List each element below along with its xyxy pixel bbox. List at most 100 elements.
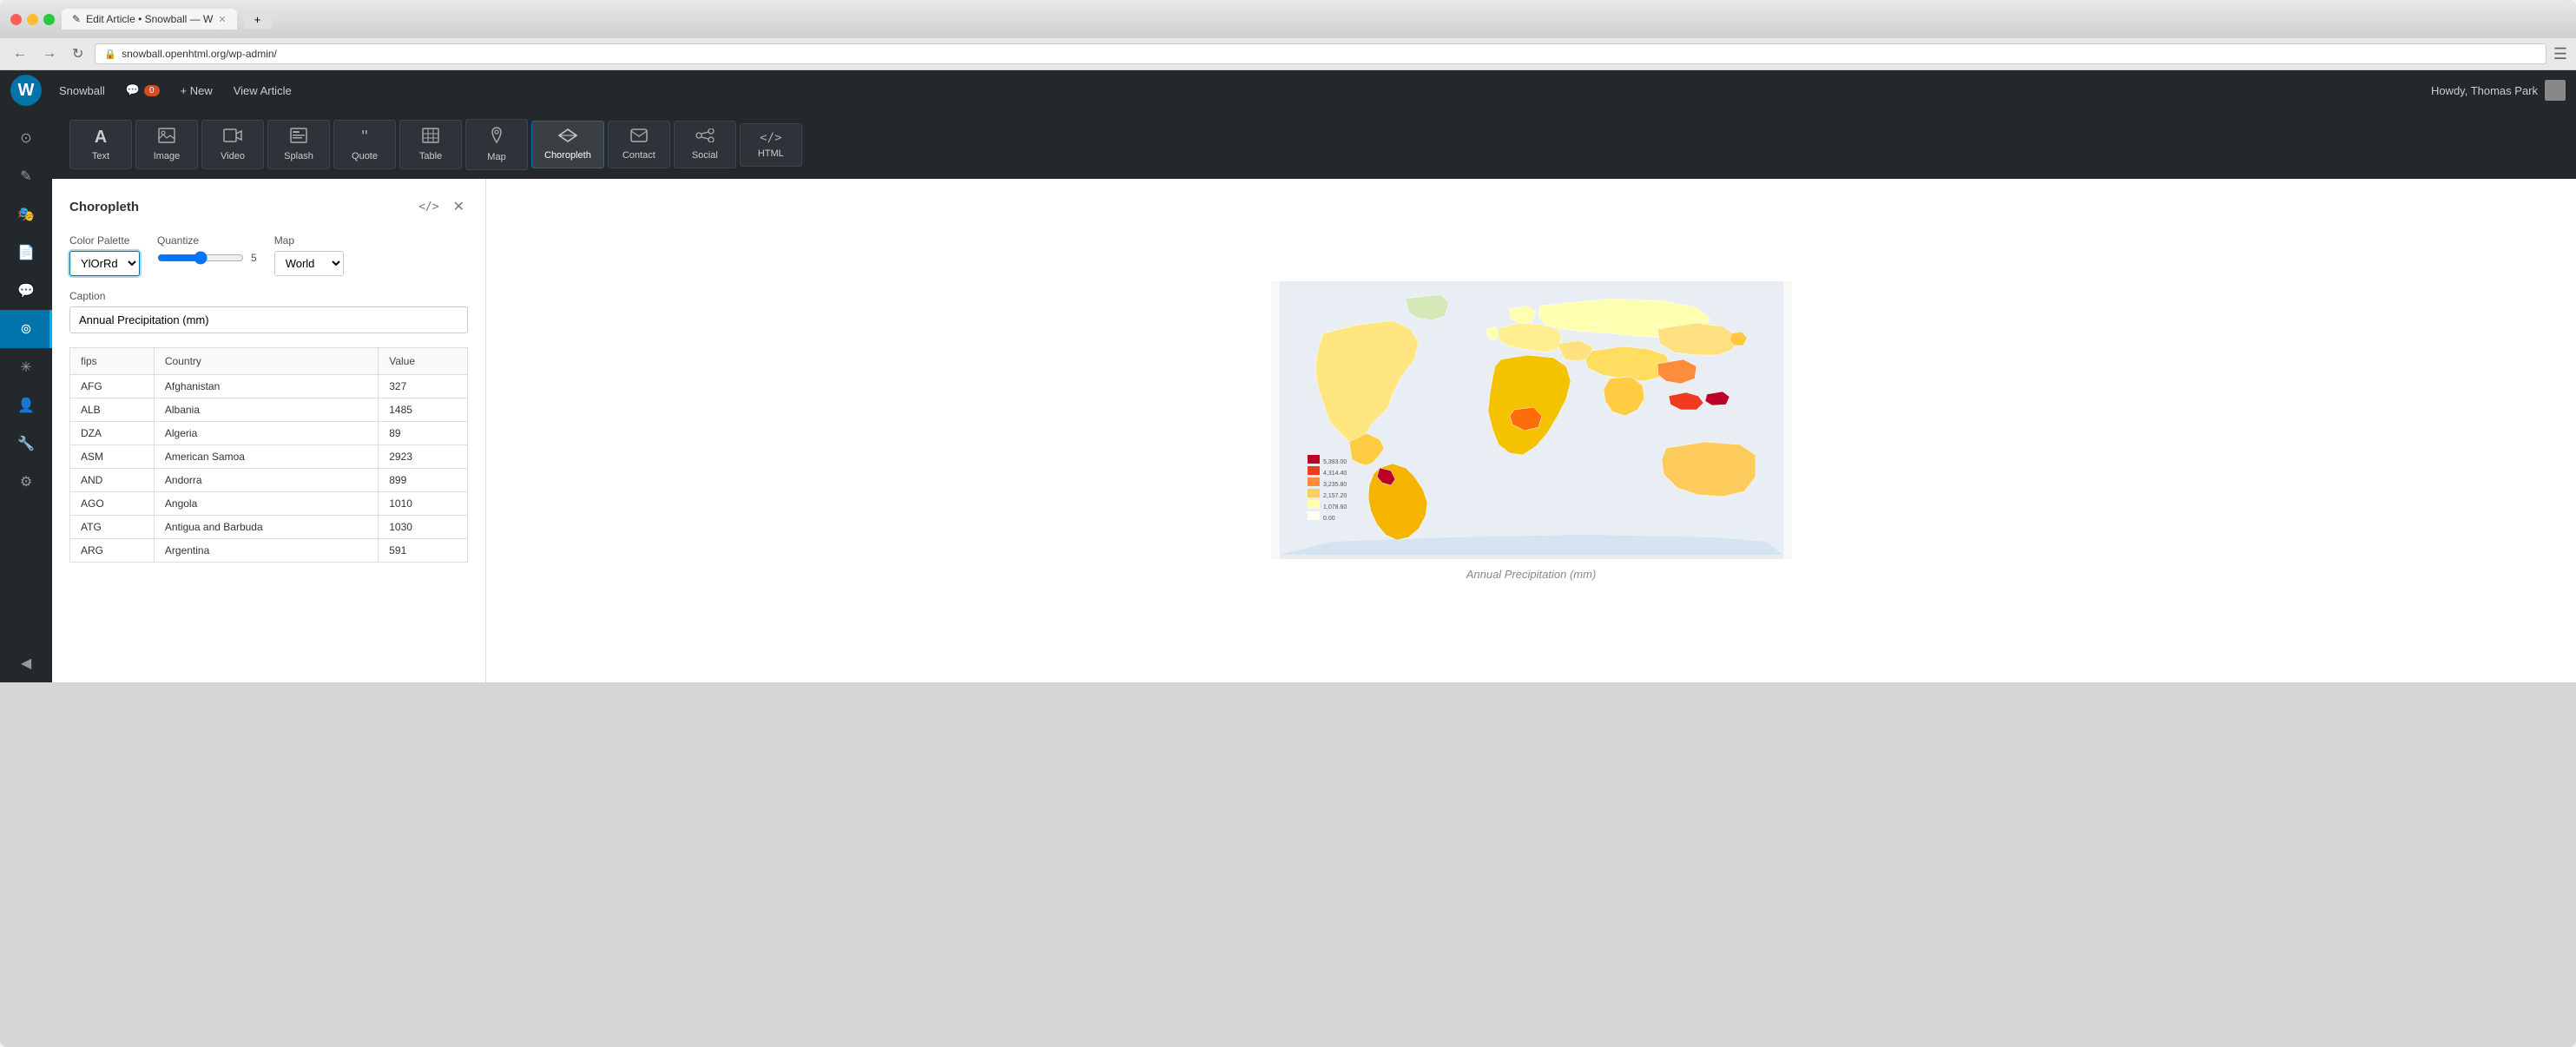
- sidebar-item-appearance[interactable]: ⊚: [0, 310, 52, 348]
- map-caption: Annual Precipitation (mm): [1271, 568, 1792, 581]
- table-row: AGOAngola1010: [70, 492, 468, 516]
- wp-admin-bar: W Snowball 💬 0 + New View Article Howdy,…: [0, 70, 2576, 110]
- admin-bar-new[interactable]: + New: [170, 70, 223, 110]
- choropleth-icon: [558, 128, 577, 147]
- cell-country: Argentina: [154, 539, 378, 563]
- table-block-button[interactable]: Table: [399, 120, 462, 169]
- admin-bar-site-name[interactable]: Snowball: [49, 70, 115, 110]
- browser-tab[interactable]: ✎ Edit Article • Snowball — W ✕: [62, 9, 237, 30]
- refresh-button[interactable]: ↻: [68, 43, 88, 64]
- quantize-value: 5: [251, 252, 257, 264]
- minimize-window-button[interactable]: [27, 14, 38, 25]
- form-row-palette: Color Palette YlOrRd Blues Greens Quanti…: [69, 234, 468, 276]
- close-window-button[interactable]: [10, 14, 22, 25]
- sidebar-item-posts[interactable]: ✎: [0, 157, 52, 195]
- new-tab-button[interactable]: +: [244, 10, 272, 29]
- admin-bar-view-article[interactable]: View Article: [223, 70, 302, 110]
- map-label: Map: [274, 234, 344, 247]
- sidebar-item-tools[interactable]: 🔧: [0, 425, 52, 463]
- sidebar-item-dashboard[interactable]: ⊙: [0, 119, 52, 157]
- quantize-slider[interactable]: [157, 251, 244, 265]
- splash-icon: [290, 128, 307, 148]
- splash-label: Splash: [284, 151, 313, 161]
- browser-menu-button[interactable]: ☰: [2553, 45, 2567, 63]
- image-icon: [158, 128, 175, 148]
- social-block-button[interactable]: Social: [674, 121, 736, 168]
- howdy-text: Howdy, Thomas Park: [2431, 84, 2538, 97]
- cell-country: American Samoa: [154, 445, 378, 469]
- choropleth-block-button[interactable]: Choropleth: [531, 121, 604, 168]
- table-row: DZAAlgeria89: [70, 422, 468, 445]
- contact-block-button[interactable]: Contact: [608, 121, 670, 168]
- content-area: A Text Image: [52, 110, 2576, 682]
- media-icon: 🎭: [17, 206, 35, 223]
- sidebar-item-comments[interactable]: 💬: [0, 272, 52, 310]
- cell-country: Angola: [154, 492, 378, 516]
- sidebar-item-collapse[interactable]: ◀: [0, 644, 52, 682]
- splash-block-button[interactable]: Splash: [267, 120, 330, 169]
- svg-text:3,235.80: 3,235.80: [1323, 482, 1347, 488]
- address-bar[interactable]: 🔒 snowball.openhtml.org/wp-admin/: [95, 43, 2546, 64]
- cell-fips: ATG: [70, 516, 155, 539]
- color-palette-select[interactable]: YlOrRd Blues Greens: [69, 251, 140, 276]
- caption-input[interactable]: [69, 306, 468, 333]
- panel-code-button[interactable]: </>: [415, 196, 442, 217]
- map-select[interactable]: World USA Europe: [274, 251, 344, 276]
- social-icon: [695, 128, 715, 147]
- html-block-button[interactable]: </> HTML: [740, 123, 802, 167]
- world-map-svg: 5,393.00 4,314.40 3,235.80 2,157.20 1,07…: [1271, 281, 1792, 559]
- editor-body: Choropleth </> ✕ Color Palette YlOrRd: [52, 179, 2576, 682]
- column-fips: fips: [70, 348, 155, 375]
- caption-label: Caption: [69, 290, 468, 302]
- back-button[interactable]: ←: [9, 44, 31, 63]
- wp-logo[interactable]: W: [10, 75, 42, 106]
- choropleth-panel: Choropleth </> ✕ Color Palette YlOrRd: [52, 179, 486, 682]
- sidebar-item-settings[interactable]: ⚙: [0, 463, 52, 501]
- cell-value: 327: [379, 375, 468, 398]
- sidebar-item-pages[interactable]: 📄: [0, 234, 52, 272]
- video-block-button[interactable]: Video: [201, 120, 264, 169]
- image-block-button[interactable]: Image: [135, 120, 198, 169]
- table-row: ANDAndorra899: [70, 469, 468, 492]
- quote-block-button[interactable]: " Quote: [333, 120, 396, 169]
- quantize-group: Quantize 5: [157, 234, 257, 265]
- users-icon: 👤: [17, 397, 35, 414]
- color-palette-label: Color Palette: [69, 234, 140, 247]
- preview-area: 5,393.00 4,314.40 3,235.80 2,157.20 1,07…: [486, 179, 2576, 682]
- cell-country: Algeria: [154, 422, 378, 445]
- panel-close-button[interactable]: ✕: [450, 196, 468, 217]
- cell-country: Antigua and Barbuda: [154, 516, 378, 539]
- cell-value: 2923: [379, 445, 468, 469]
- sidebar-item-plugins[interactable]: ✳: [0, 348, 52, 386]
- svg-text:0.00: 0.00: [1323, 516, 1335, 522]
- map-svg-area: 5,393.00 4,314.40 3,235.80 2,157.20 1,07…: [1271, 281, 1792, 559]
- forward-button[interactable]: →: [38, 44, 61, 63]
- image-label: Image: [154, 151, 181, 161]
- svg-text:5,393.00: 5,393.00: [1323, 459, 1347, 465]
- svg-text:1,078.60: 1,078.60: [1323, 504, 1347, 510]
- panel-header: Choropleth </> ✕: [69, 196, 468, 217]
- table-row: ARGArgentina591: [70, 539, 468, 563]
- admin-bar-comments[interactable]: 💬 0: [115, 70, 170, 110]
- table-row: AFGAfghanistan327: [70, 375, 468, 398]
- maximize-window-button[interactable]: [43, 14, 55, 25]
- text-block-button[interactable]: A Text: [69, 120, 132, 169]
- html-icon: </>: [760, 131, 781, 145]
- sidebar-item-media[interactable]: 🎭: [0, 195, 52, 234]
- cell-value: 899: [379, 469, 468, 492]
- map-block-button[interactable]: Map: [465, 119, 528, 170]
- tab-close-button[interactable]: ✕: [218, 14, 226, 25]
- sidebar-item-users[interactable]: 👤: [0, 386, 52, 425]
- appearance-icon: ⊚: [20, 320, 31, 338]
- browser-nav: ← → ↻ 🔒 snowball.openhtml.org/wp-admin/ …: [0, 38, 2576, 70]
- table-header-row: fips Country Value: [70, 348, 468, 375]
- cell-fips: AGO: [70, 492, 155, 516]
- map-container: 5,393.00 4,314.40 3,235.80 2,157.20 1,07…: [1271, 281, 1792, 581]
- map-group: Map World USA Europe: [274, 234, 344, 276]
- cell-fips: ALB: [70, 398, 155, 422]
- video-icon: [223, 128, 242, 148]
- settings-icon: ⚙: [20, 473, 32, 491]
- cell-value: 1030: [379, 516, 468, 539]
- pages-icon: 📄: [17, 244, 35, 261]
- table-row: ATGAntigua and Barbuda1030: [70, 516, 468, 539]
